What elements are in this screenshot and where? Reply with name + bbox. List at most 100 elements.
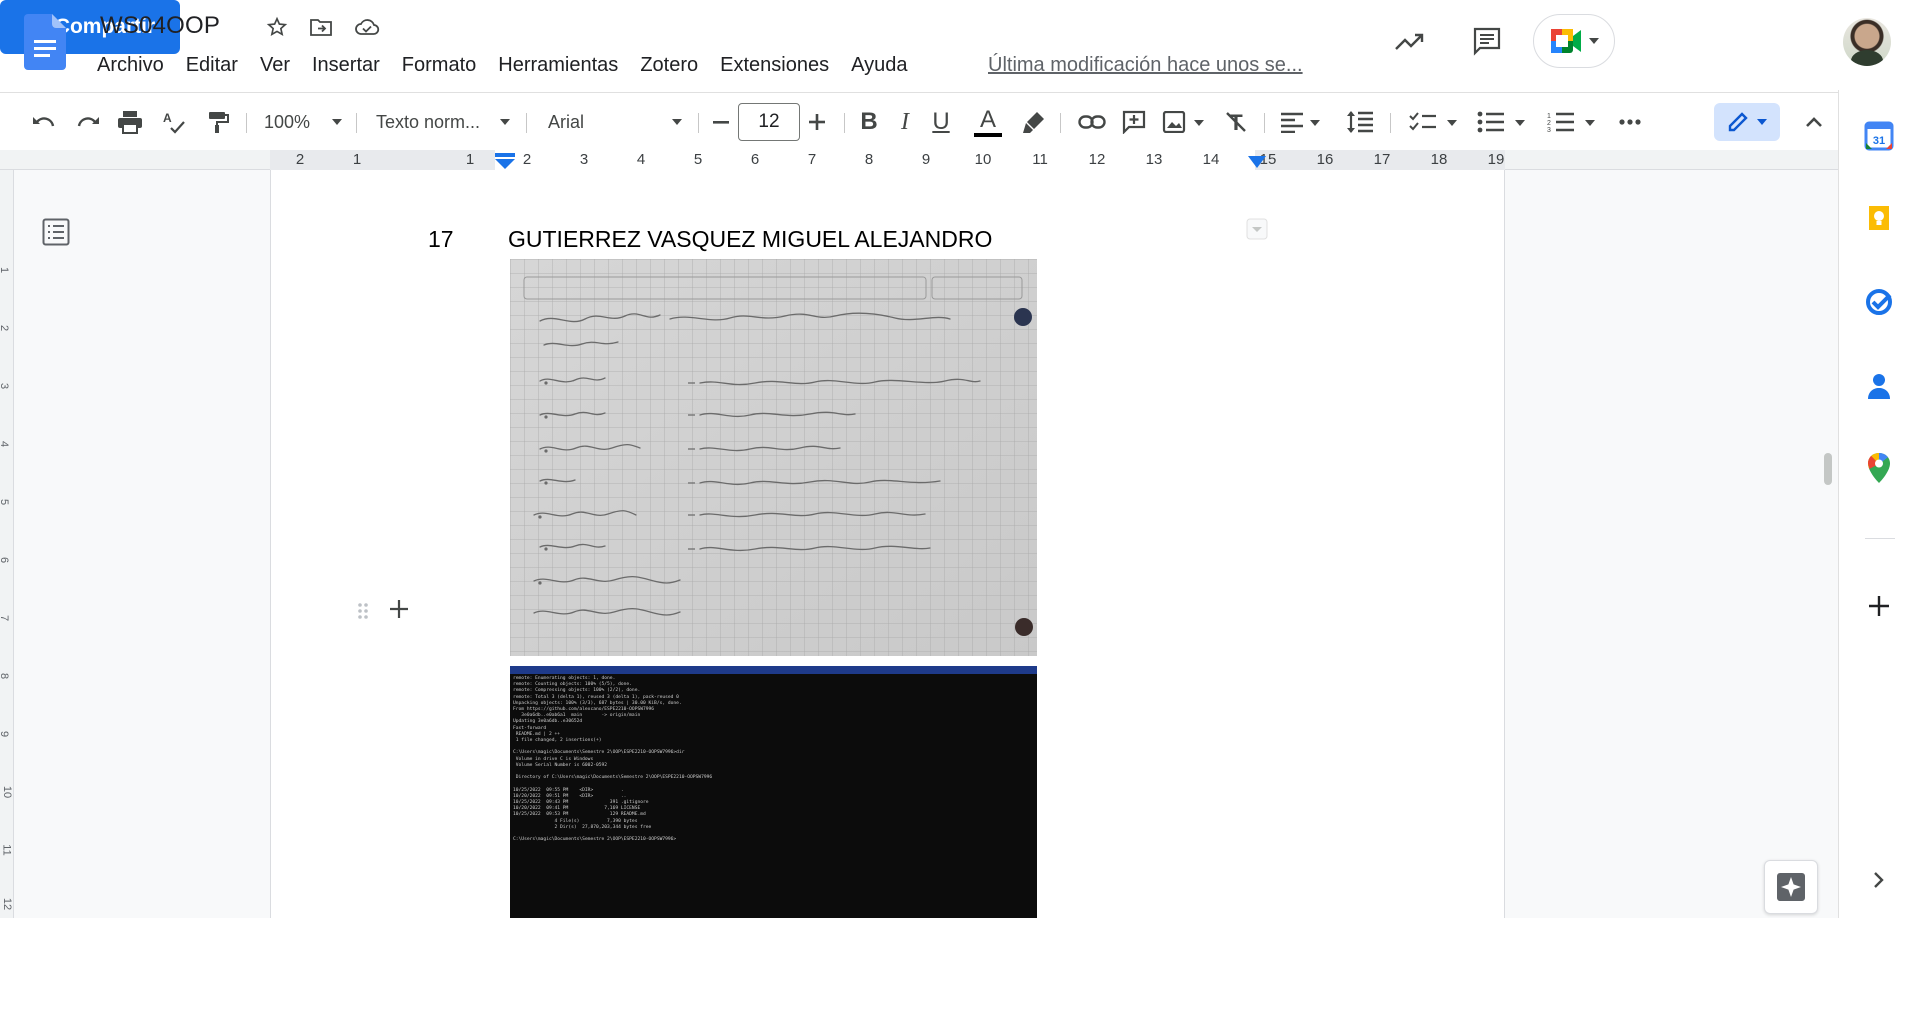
vruler-mark: 1 xyxy=(0,267,10,273)
bold-icon[interactable]: B xyxy=(852,103,886,141)
zoom-value: 100% xyxy=(264,111,311,132)
terminal-screenshot[interactable]: remote: Enumerating objects: 1, done. rem… xyxy=(510,666,1037,918)
redo-icon[interactable] xyxy=(70,103,106,141)
ruler-mark: 14 xyxy=(1202,151,1220,168)
menu-ver[interactable]: Ver xyxy=(249,54,301,77)
zoom-select[interactable]: 100% xyxy=(258,103,348,141)
increase-font-icon[interactable] xyxy=(800,103,834,141)
menu-archivo[interactable]: Archivo xyxy=(86,54,175,77)
document-title[interactable]: WS04OOP xyxy=(100,12,220,40)
vertical-ruler[interactable]: 1 2 3 4 5 6 7 8 9 10 11 12 xyxy=(0,170,14,918)
svg-text:A: A xyxy=(163,111,172,125)
ruler-mark: 1 xyxy=(352,151,362,168)
link-icon[interactable] xyxy=(1074,103,1110,141)
chevron-down-icon xyxy=(1757,119,1767,125)
chevron-down-icon xyxy=(1589,38,1599,44)
paragraph-style-value: Texto norm... xyxy=(376,111,481,132)
bullet-list-icon[interactable] xyxy=(1474,103,1530,141)
comments-icon[interactable] xyxy=(1466,20,1508,62)
add-addon-icon[interactable] xyxy=(1859,586,1899,626)
sparkle-icon xyxy=(1776,872,1806,902)
editing-mode-button[interactable] xyxy=(1714,103,1780,141)
ruler-mark: 5 xyxy=(693,151,703,168)
chevron-down-icon xyxy=(672,119,682,125)
print-icon[interactable] xyxy=(112,103,148,141)
add-comment-icon[interactable] xyxy=(1116,103,1152,141)
vruler-mark: 9 xyxy=(0,731,10,737)
chevron-down-icon xyxy=(500,119,510,125)
explore-button[interactable] xyxy=(1764,860,1818,914)
ruler-mark: 16 xyxy=(1316,151,1334,168)
svg-text:3: 3 xyxy=(1547,127,1551,133)
terminal-output: remote: Enumerating objects: 1, done. rem… xyxy=(510,674,1037,845)
student-name: GUTIERREZ VASQUEZ MIGUEL ALEJANDRO xyxy=(508,226,993,252)
menu-extensiones[interactable]: Extensiones xyxy=(709,54,840,77)
menu-ayuda[interactable]: Ayuda xyxy=(840,54,918,77)
font-select[interactable]: Arial xyxy=(542,103,688,141)
last-edit-link[interactable]: Última modificación hace unos se... xyxy=(988,54,1303,77)
menu-formato[interactable]: Formato xyxy=(391,54,487,77)
font-size-input[interactable]: 12 xyxy=(738,103,800,141)
align-icon[interactable] xyxy=(1276,103,1326,141)
clear-format-icon[interactable]: T xyxy=(1218,103,1254,141)
svg-text:A: A xyxy=(980,106,996,133)
document-outline-icon[interactable] xyxy=(42,218,70,246)
paint-format-icon[interactable] xyxy=(200,103,236,141)
ruler-mark: 13 xyxy=(1145,151,1163,168)
ruler-mark: 9 xyxy=(921,151,931,168)
collapse-menu-icon[interactable] xyxy=(1796,103,1832,141)
ruler-mark: 2 xyxy=(522,151,532,168)
underline-icon[interactable]: U xyxy=(924,103,958,141)
menu-herramientas[interactable]: Herramientas xyxy=(487,54,629,77)
paragraph-style-select[interactable]: Texto norm... xyxy=(370,103,516,141)
checklist-icon[interactable] xyxy=(1406,103,1462,141)
docs-header: WS04OOP Archivo Editar Ver Insertar Form… xyxy=(0,0,1920,90)
notebook-photo[interactable] xyxy=(510,259,1037,656)
decrease-font-icon[interactable] xyxy=(704,103,738,141)
keep-icon[interactable] xyxy=(1859,200,1899,240)
line-spacing-icon[interactable] xyxy=(1340,103,1380,141)
menu-zotero[interactable]: Zotero xyxy=(629,54,709,77)
vruler-mark: 12 xyxy=(1,897,14,911)
meet-button[interactable] xyxy=(1533,14,1615,68)
ruler-mark: 19 xyxy=(1487,151,1505,168)
calendar-icon[interactable]: 31 xyxy=(1859,116,1899,156)
chevron-down-icon xyxy=(332,119,342,125)
chip-dropdown-icon[interactable] xyxy=(1246,218,1268,240)
vertical-scrollbar[interactable] xyxy=(1824,453,1832,485)
expand-panel-icon[interactable] xyxy=(1859,860,1899,900)
left-indent-marker[interactable] xyxy=(494,153,516,169)
vruler-mark: 10 xyxy=(1,785,14,799)
spellcheck-icon[interactable]: A xyxy=(156,103,192,141)
undo-icon[interactable] xyxy=(26,103,62,141)
avatar[interactable] xyxy=(1843,18,1891,66)
activity-trend-icon[interactable] xyxy=(1390,22,1430,62)
vruler-mark: 4 xyxy=(0,441,10,447)
vruler-mark: 8 xyxy=(0,673,10,679)
menu-editar[interactable]: Editar xyxy=(175,54,249,77)
highlight-icon[interactable] xyxy=(1016,103,1052,141)
right-indent-marker[interactable] xyxy=(1248,156,1266,168)
ruler-mark: 1 xyxy=(465,151,475,168)
maps-icon[interactable] xyxy=(1859,448,1899,488)
ruler-mark: 10 xyxy=(974,151,992,168)
add-block-icon[interactable] xyxy=(388,598,410,620)
star-icon[interactable] xyxy=(262,12,292,42)
insert-image-icon[interactable] xyxy=(1158,103,1210,141)
ruler-mark: 6 xyxy=(750,151,760,168)
meet-icon xyxy=(1549,26,1585,56)
move-to-folder-icon[interactable] xyxy=(306,12,336,42)
menu-bar: Archivo Editar Ver Insertar Formato Herr… xyxy=(86,54,918,77)
italic-icon[interactable]: I xyxy=(888,103,922,141)
horizontal-ruler[interactable]: 2 1 1 2 3 4 5 6 7 8 9 10 11 12 13 14 15 … xyxy=(0,150,1838,170)
side-panel: 31 xyxy=(1838,90,1920,918)
contacts-icon[interactable] xyxy=(1859,366,1899,406)
numbered-list-icon[interactable]: 123 xyxy=(1544,103,1600,141)
more-icon[interactable] xyxy=(1612,103,1648,141)
drag-handle-icon[interactable] xyxy=(357,602,369,620)
tasks-icon[interactable] xyxy=(1859,282,1899,322)
cloud-saved-icon[interactable] xyxy=(352,12,382,42)
text-color-icon[interactable]: A xyxy=(968,103,1008,141)
docs-logo-icon[interactable] xyxy=(24,14,66,70)
menu-insertar[interactable]: Insertar xyxy=(301,54,391,77)
